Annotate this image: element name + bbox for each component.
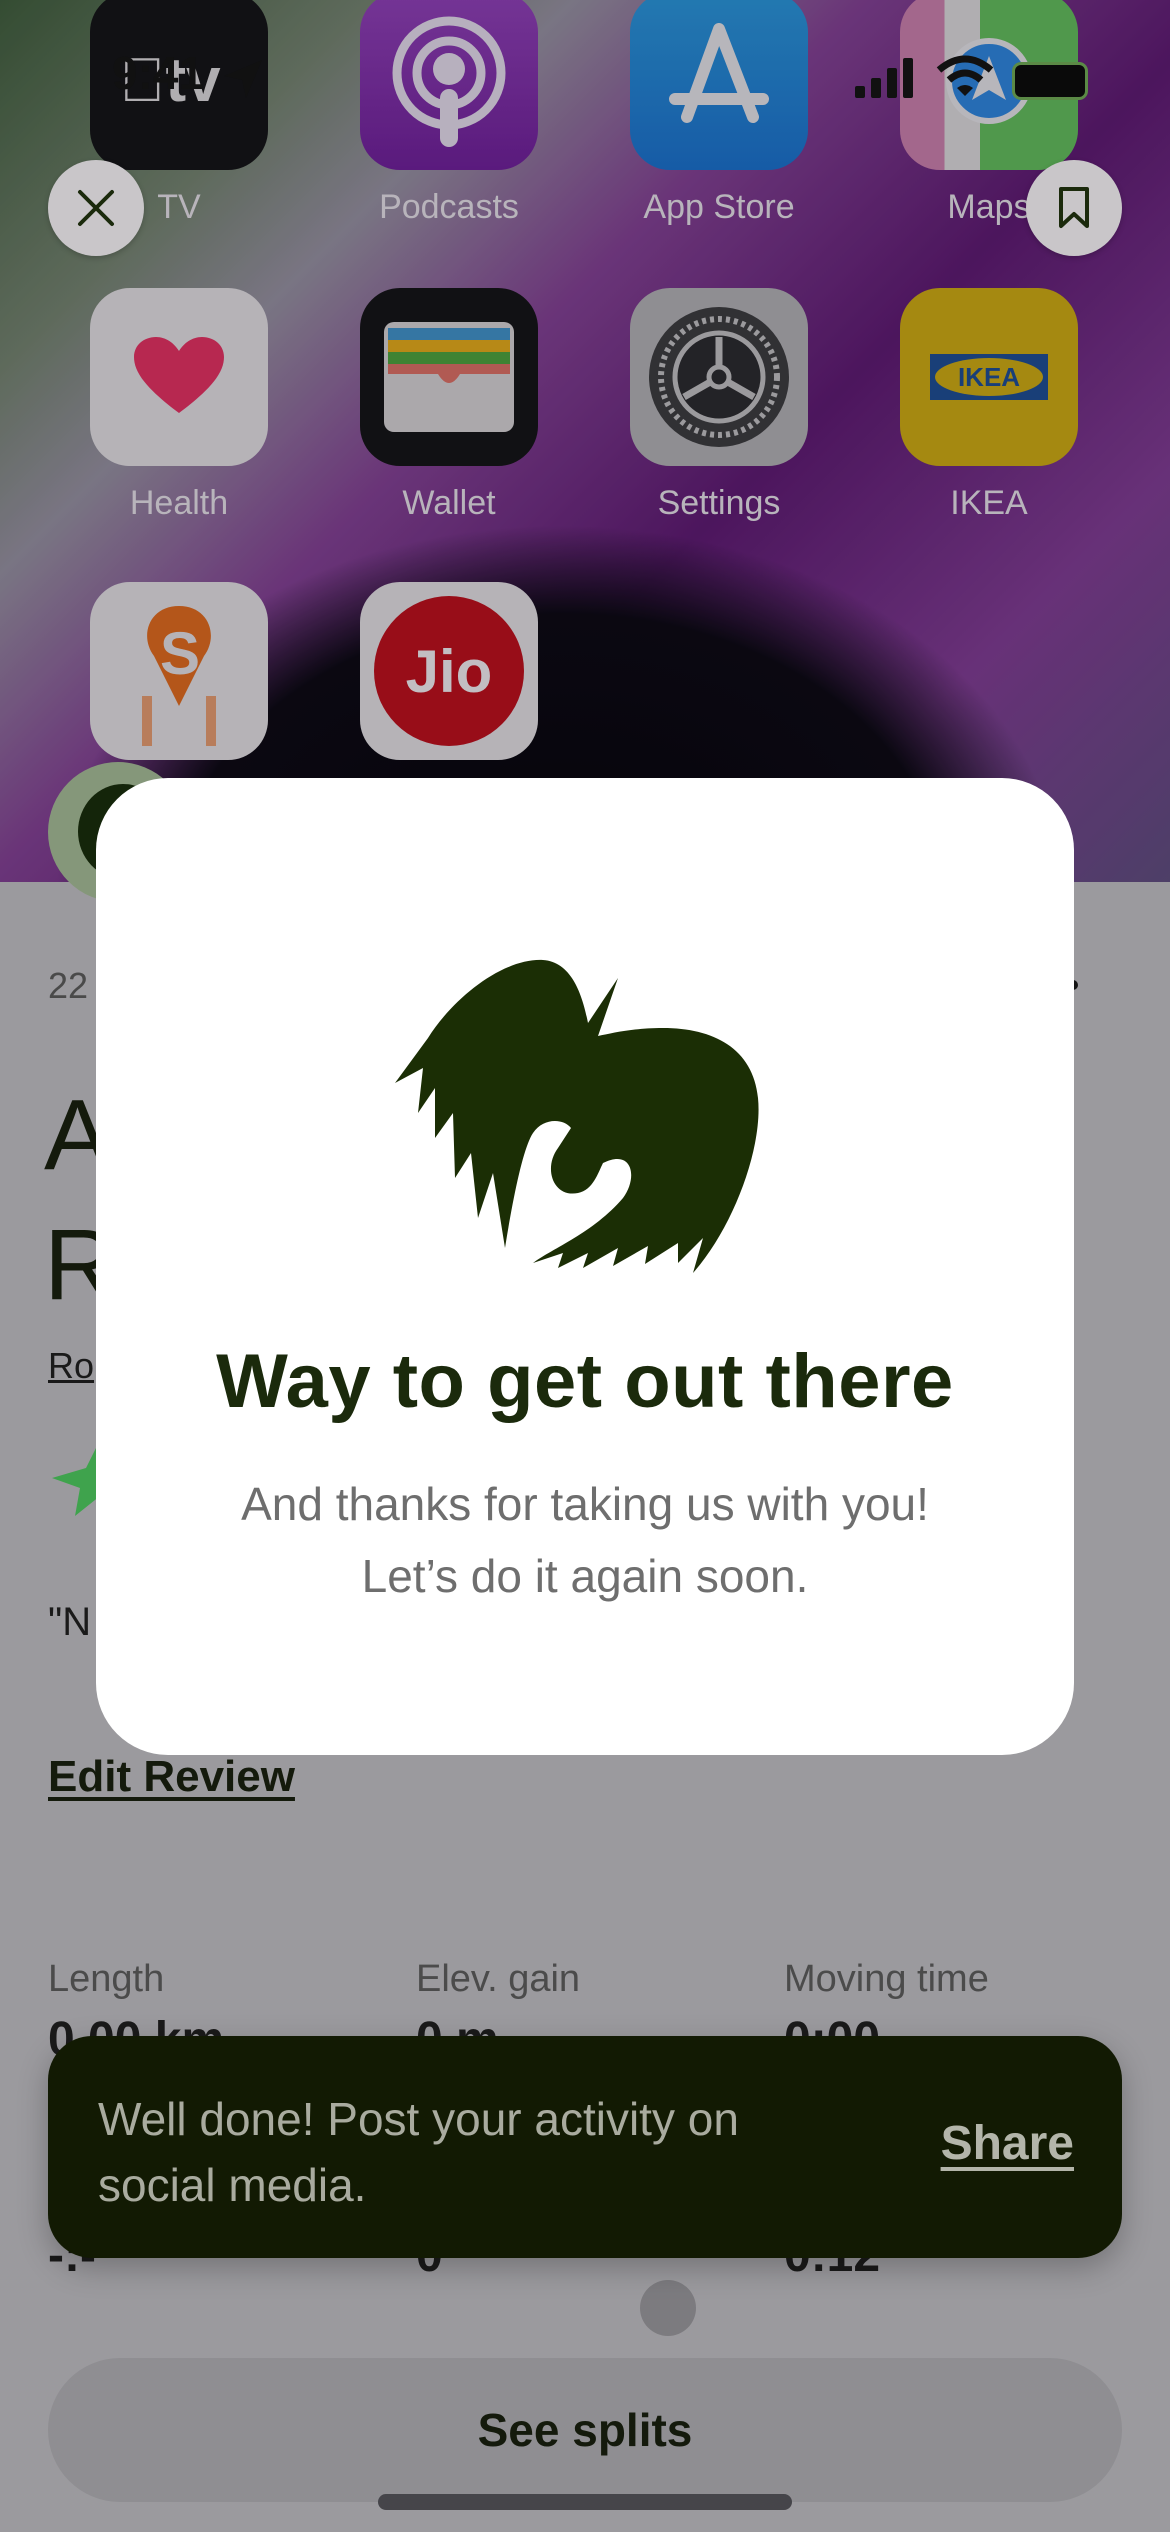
snackbar-message: Well done! Post your activity on social … xyxy=(98,2093,739,2211)
modal-subtitle: And thanks for taking us with you! Let’s… xyxy=(96,1468,1074,1612)
celebration-modal: Way to get out there And thanks for taki… xyxy=(96,778,1074,1755)
share-button[interactable]: Share xyxy=(941,2116,1074,2171)
close-button[interactable] xyxy=(48,160,144,256)
stat-label-moving-time: Moving time xyxy=(784,1958,989,2000)
home-indicator[interactable] xyxy=(378,2494,792,2510)
modal-subtitle-line1: And thanks for taking us with you! xyxy=(241,1478,929,1530)
stat-label-elev-gain: Elev. gain xyxy=(416,1958,581,2000)
status-time: 9:41 xyxy=(112,47,205,99)
see-splits-button[interactable]: See splits xyxy=(48,2358,1122,2502)
bookmark-icon xyxy=(1059,187,1089,228)
modal-subtitle-line2: Let’s do it again soon. xyxy=(361,1550,809,1602)
close-icon xyxy=(78,190,114,226)
wifi-icon xyxy=(936,55,994,96)
cellular-signal-icon xyxy=(855,58,913,98)
location-arrow-icon xyxy=(224,60,262,98)
stat-label-length: Length xyxy=(48,1958,165,2000)
status-bar: 9:41 xyxy=(0,0,1170,150)
brand-logo-icon xyxy=(395,959,759,1273)
modal-title: Way to get out there xyxy=(216,1339,954,1424)
page-indicator-dot xyxy=(640,2280,696,2336)
share-snackbar: Well done! Post your activity on social … xyxy=(48,2036,1122,2258)
activity-link[interactable]: Ro xyxy=(48,1345,94,1387)
bookmark-button[interactable] xyxy=(1026,160,1122,256)
battery-icon xyxy=(1012,62,1088,100)
edit-review-link[interactable]: Edit Review xyxy=(48,1752,295,1802)
activity-date: 22 xyxy=(48,965,89,1006)
review-text: "N xyxy=(48,1600,92,1644)
